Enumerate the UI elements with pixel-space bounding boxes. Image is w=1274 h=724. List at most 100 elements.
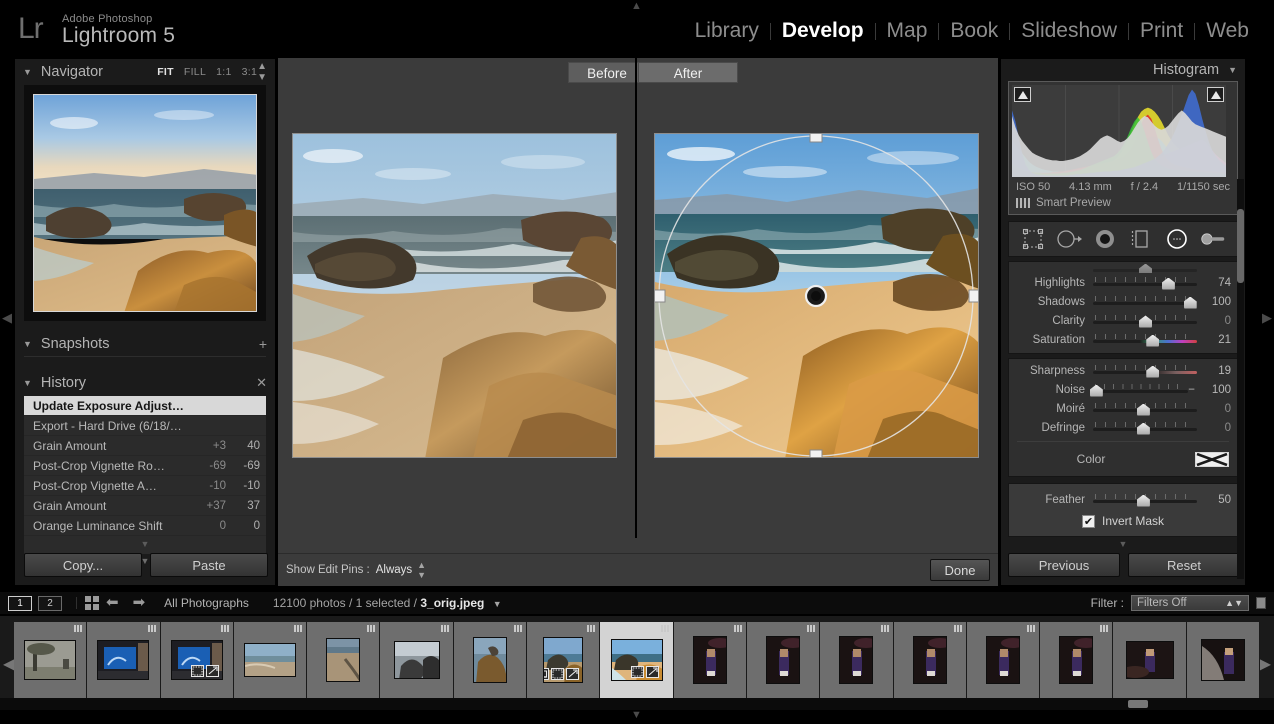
- filmstrip-thumbnail[interactable]: [161, 622, 234, 698]
- filmstrip-thumbnail[interactable]: [747, 622, 820, 698]
- filmstrip-thumbnail[interactable]: [967, 622, 1040, 698]
- slider-track[interactable]: [1093, 315, 1197, 327]
- slider-value[interactable]: 74: [1197, 277, 1231, 289]
- thumbnail-badge-crop2[interactable]: [543, 668, 549, 680]
- thumbnail-flag-icon[interactable]: [954, 625, 962, 632]
- thumbnail-flag-icon[interactable]: [294, 625, 302, 632]
- top-panel-collapse-arrow[interactable]: ▲: [631, 0, 642, 12]
- slider-value[interactable]: 0: [1197, 403, 1231, 415]
- paste-settings-button[interactable]: Paste: [150, 553, 268, 577]
- history-row[interactable]: Grain Amount+340: [24, 436, 266, 456]
- slider-value[interactable]: 0: [1197, 422, 1231, 434]
- slider-value[interactable]: 0: [1197, 315, 1231, 327]
- history-header[interactable]: ▼ History ✕: [15, 370, 275, 395]
- color-row[interactable]: Color: [1009, 446, 1237, 472]
- slider-row-feather[interactable]: Feather50: [1009, 490, 1237, 509]
- navigator-header[interactable]: ▼ Navigator FITFILL1:13:1 ▲▼: [15, 59, 275, 84]
- thumbnail-badge-crop[interactable]: [631, 666, 644, 678]
- go-forward-icon[interactable]: ➡: [133, 596, 146, 610]
- history-row[interactable]: Grain Amount+3737: [24, 496, 266, 516]
- slider-track[interactable]: [1093, 365, 1197, 377]
- history-row[interactable]: Orange Luminance Shift00: [24, 516, 266, 536]
- filmstrip-thumbnail[interactable]: [527, 622, 600, 698]
- left-panel-collapse-arrow[interactable]: ◀: [2, 310, 12, 326]
- thumbnail-badge-edit[interactable]: [206, 665, 219, 677]
- zoom-stepper-icon[interactable]: ▲▼: [257, 61, 267, 83]
- thumbnail-badge-edit[interactable]: [566, 668, 579, 680]
- filmstrip-thumbnail[interactable]: [1113, 622, 1186, 698]
- slider-row-noise[interactable]: Noise−100: [1009, 380, 1237, 399]
- module-map[interactable]: Map: [876, 18, 939, 44]
- slider-row-sharpness[interactable]: Sharpness19: [1009, 361, 1237, 380]
- filmstrip-thumbnail[interactable]: [454, 622, 527, 698]
- thumbnail-flag-icon[interactable]: [221, 625, 229, 632]
- module-develop[interactable]: Develop: [771, 18, 875, 44]
- filmstrip-thumbnail[interactable]: [1040, 622, 1113, 698]
- slider-value[interactable]: 19: [1197, 365, 1231, 377]
- slider-track[interactable]: [1093, 277, 1197, 289]
- smart-preview-row[interactable]: Smart Preview: [1012, 194, 1234, 211]
- filmstrip-thumbnail[interactable]: [1187, 622, 1260, 698]
- right-panel-collapse-arrow[interactable]: ▶: [1262, 310, 1272, 326]
- thumbnail-flag-icon[interactable]: [734, 625, 742, 632]
- history-row[interactable]: Export - Hard Drive (6/18/2013 12:32…: [24, 416, 266, 436]
- after-photo[interactable]: [654, 133, 979, 458]
- filmstrip-thumbnail[interactable]: [674, 622, 747, 698]
- slider-value[interactable]: 100: [1197, 384, 1231, 396]
- before-view-pane[interactable]: [278, 83, 635, 538]
- spot-removal-tool-icon[interactable]: [1056, 226, 1082, 252]
- highlight-clipping-indicator[interactable]: [1207, 87, 1224, 102]
- second-screen-button[interactable]: 2: [38, 596, 62, 611]
- grid-view-icon[interactable]: [85, 596, 99, 610]
- filmstrip-scroll-right-icon[interactable]: ▶: [1259, 654, 1271, 674]
- thumbnail-flag-icon[interactable]: [587, 625, 595, 632]
- history-row[interactable]: Post-Crop Vignette A…-10-10: [24, 476, 266, 496]
- history-row[interactable]: Update Exposure Adjustment: [24, 396, 266, 416]
- filmstrip-thumbnail[interactable]: [820, 622, 893, 698]
- done-button[interactable]: Done: [930, 559, 990, 581]
- navigator-zoom-fill[interactable]: FILL: [184, 66, 206, 78]
- slider-row-saturation[interactable]: Saturation21: [1009, 330, 1237, 349]
- navigator-zoom-3-1[interactable]: 3:1: [242, 66, 258, 78]
- current-filename[interactable]: 3_orig.jpeg: [420, 596, 484, 610]
- filter-stepper-icon[interactable]: ▲▼: [1225, 598, 1243, 608]
- snapshots-header[interactable]: ▼ Snapshots +: [15, 331, 275, 356]
- crop-overlay-tool-icon[interactable]: [1020, 226, 1046, 252]
- history-list[interactable]: Update Exposure AdjustmentExport - Hard …: [24, 396, 266, 554]
- slider-row-defringe[interactable]: Defringe0: [1009, 418, 1237, 437]
- module-print[interactable]: Print: [1129, 18, 1194, 44]
- contrast-slider-row-clipped[interactable]: [1009, 264, 1237, 273]
- slider-track[interactable]: [1093, 296, 1197, 308]
- adjustment-brush-tool-icon[interactable]: [1200, 226, 1226, 252]
- filmstrip-thumbnail[interactable]: [380, 622, 453, 698]
- graduated-filter-tool-icon[interactable]: [1128, 226, 1154, 252]
- slider-track[interactable]: [1093, 494, 1197, 506]
- slider-value[interactable]: 100: [1197, 296, 1231, 308]
- slider-value[interactable]: 50: [1197, 494, 1231, 506]
- filmstrip-thumbnail-selected[interactable]: [600, 622, 673, 698]
- slider-row-clarity[interactable]: Clarity0: [1009, 311, 1237, 330]
- thumbnail-flag-icon[interactable]: [807, 625, 815, 632]
- thumbnail-flag-icon[interactable]: [74, 625, 82, 632]
- right-panel-scrollbar[interactable]: [1237, 179, 1244, 579]
- add-snapshot-icon[interactable]: +: [259, 337, 267, 351]
- filmstrip-thumbnail[interactable]: [14, 622, 87, 698]
- thumbnail-badge-crop[interactable]: [551, 668, 564, 680]
- after-view-pane[interactable]: [637, 83, 998, 538]
- slider-track[interactable]: [1093, 422, 1197, 434]
- filmstrip-horizontal-scrollbar[interactable]: [1128, 700, 1148, 708]
- main-screen-button[interactable]: 1: [8, 596, 32, 611]
- filmstrip-collapse-arrow[interactable]: ▼: [631, 709, 642, 721]
- thumbnail-flag-icon[interactable]: [881, 625, 889, 632]
- before-photo[interactable]: [292, 133, 617, 458]
- thumbnail-badge-crop[interactable]: [191, 665, 204, 677]
- filmstrip-thumbnail[interactable]: [307, 622, 380, 698]
- module-web[interactable]: Web: [1195, 18, 1260, 44]
- thumbnail-flag-icon[interactable]: [148, 625, 156, 632]
- module-slideshow[interactable]: Slideshow: [1010, 18, 1128, 44]
- invert-mask-checkbox[interactable]: ✔: [1082, 515, 1095, 528]
- history-row[interactable]: Post-Crop Vignette Ro…-69-69: [24, 456, 266, 476]
- left-panel-collapse-caret[interactable]: ▼: [141, 539, 150, 549]
- thumbnail-flag-icon[interactable]: [1100, 625, 1108, 632]
- thumbnail-flag-icon[interactable]: [661, 625, 669, 632]
